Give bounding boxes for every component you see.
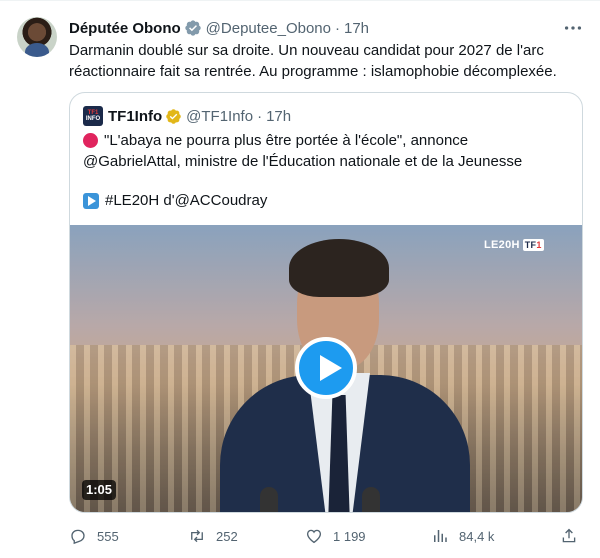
- video-person-hair: [289, 239, 389, 297]
- repost-icon: [191, 529, 203, 543]
- play-button-emoji-icon: [83, 192, 99, 209]
- share-button[interactable]: [560, 525, 588, 547]
- quoted-time[interactable]: 17h: [266, 108, 291, 125]
- verified-badge-icon: [184, 20, 201, 36]
- more-options-icon[interactable]: [562, 17, 584, 39]
- reply-icon: [71, 529, 85, 545]
- video-player[interactable]: LE20H TF1 1:05: [70, 225, 582, 512]
- quoted-text-line-1: "L'abaya ne pourra plus être portée à l'…: [83, 130, 573, 151]
- quoted-logo-bottom: INFO: [85, 116, 101, 122]
- share-icon: [562, 528, 576, 543]
- tweet[interactable]: Députée Obono @Deputee_Obono · 17h Darma…: [0, 0, 600, 558]
- quoted-text-line-3: #LE20H d'@ACCoudray: [83, 190, 573, 211]
- quoted-hashtag-line[interactable]: #LE20H d'@ACCoudray: [105, 190, 267, 211]
- tweet-text: Darmanin doublé sur sa droite. Un nouvea…: [69, 42, 557, 80]
- quoted-header: TF1 INFO TF1Info @TF1Info · 17h: [83, 106, 291, 126]
- views-chart-icon: [434, 530, 447, 542]
- views-button[interactable]: 84,4 k: [431, 525, 494, 547]
- quoted-handle[interactable]: @TF1Info: [186, 108, 253, 125]
- quoted-author-name[interactable]: TF1Info: [108, 108, 162, 125]
- repost-button[interactable]: 252: [188, 525, 238, 547]
- like-count: 1 199: [333, 528, 366, 544]
- red-circle-icon: [83, 133, 98, 148]
- heart-icon: [306, 529, 322, 544]
- reply-button[interactable]: 555: [69, 525, 119, 547]
- tweet-actions: 555 252 1 199 84,4 k: [69, 525, 584, 547]
- separator-dot: ·: [335, 19, 340, 37]
- author-handle[interactable]: @Deputee_Obono: [206, 20, 331, 37]
- author-name[interactable]: Députée Obono: [69, 20, 181, 37]
- quoted-avatar[interactable]: TF1 INFO: [83, 106, 103, 126]
- view-count: 84,4 k: [459, 528, 495, 544]
- quoted-text-1: "L'abaya ne pourra plus être portée à l'…: [104, 132, 469, 149]
- microphone-right: [362, 487, 380, 512]
- tweet-header: Députée Obono @Deputee_Obono · 17h: [69, 18, 369, 38]
- repost-count: 252: [216, 528, 238, 544]
- verified-gold-badge-icon: [166, 108, 181, 124]
- channel-watermark: LE20H TF1: [484, 237, 544, 253]
- avatar[interactable]: [17, 17, 57, 57]
- tweet-time[interactable]: 17h: [344, 20, 369, 37]
- play-button[interactable]: [295, 337, 357, 399]
- tf1-logo: TF1: [522, 239, 544, 251]
- quoted-separator-dot: ·: [257, 107, 263, 125]
- like-button[interactable]: 1 199: [305, 525, 366, 547]
- quoted-tweet[interactable]: TF1 INFO TF1Info @TF1Info · 17h "L'abaya…: [69, 92, 583, 513]
- reply-count: 555: [97, 528, 119, 544]
- quoted-text-line-2: @GabrielAttal, ministre de l'Éducation n…: [83, 153, 523, 170]
- video-duration: 1:05: [82, 480, 117, 500]
- microphone-left: [260, 487, 278, 512]
- channel-label: LE20H: [484, 239, 520, 251]
